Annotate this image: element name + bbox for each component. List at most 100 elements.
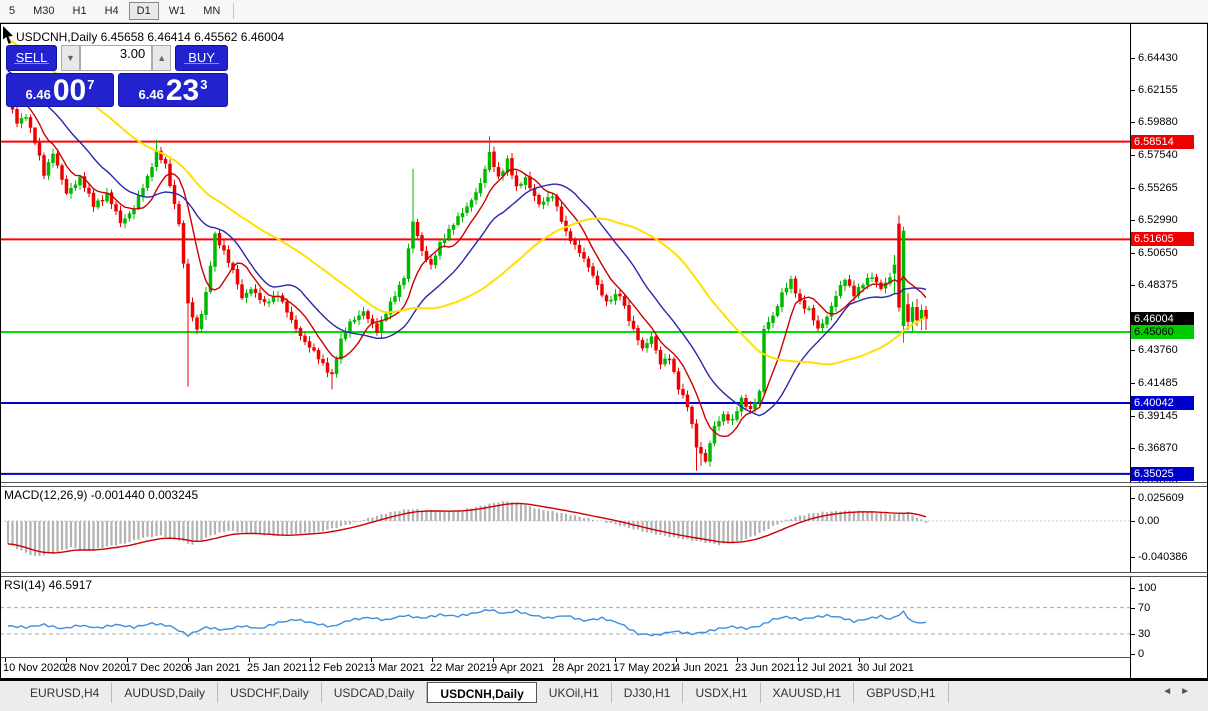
axis-tick-label: 6.48375 [1138, 279, 1178, 292]
axis-tick-mark [1131, 285, 1135, 286]
chart-window-bottom-border [0, 678, 1208, 680]
timeframe-button-d1[interactable]: D1 [129, 2, 159, 20]
timeframe-button-5[interactable]: 5 [1, 2, 23, 20]
chart-tab-usdcad[interactable]: USDCAD,Daily [322, 682, 428, 703]
chart-ohlc-title: USDCNH,Daily 6.45658 6.46414 6.45562 6.4… [16, 30, 284, 44]
chart-tab-dj30[interactable]: DJ30,H1 [612, 682, 684, 703]
chart-tab-eurusd[interactable]: EURUSD,H4 [18, 682, 112, 703]
rsi-label: RSI(14) 46.5917 [4, 578, 92, 592]
timeframe-button-h4[interactable]: H4 [97, 2, 127, 20]
price-level-badge: 6.51605 [1131, 232, 1194, 246]
date-tick-label: 12 Feb 2021 [308, 662, 370, 674]
axis-tick-mark [1131, 608, 1135, 609]
chart-tab-audusd[interactable]: AUDUSD,Daily [112, 682, 218, 703]
timeframe-button-mn[interactable]: MN [195, 2, 228, 20]
buy-price-box[interactable]: 6.46233 [118, 73, 228, 107]
axis-tick-mark [1131, 90, 1135, 91]
axis-tick-mark [1131, 634, 1135, 635]
date-tick-label: 17 May 2021 [613, 662, 677, 674]
axis-tick-label: 70 [1138, 602, 1150, 615]
volume-increase-button[interactable]: ▲ [152, 45, 171, 71]
axis-tick-label: 6.36870 [1138, 442, 1178, 455]
date-axis: 10 Nov 202028 Nov 202017 Dec 20206 Jan 2… [0, 658, 1130, 678]
axis-tick-label: 30 [1138, 628, 1150, 641]
price-level-badge: 6.45060 [1131, 325, 1194, 339]
date-tick-label: 22 Mar 2021 [430, 662, 492, 674]
date-tick-label: 10 Nov 2020 [3, 662, 65, 674]
rsi-pane[interactable]: RSI(14) 46.5917 [0, 576, 1130, 658]
date-tick-label: 30 Jul 2021 [857, 662, 914, 674]
axis-tick-label: 6.59880 [1138, 116, 1178, 129]
axis-tick-mark [1131, 122, 1135, 123]
tab-scroll-arrows[interactable]: ◄► [1162, 682, 1198, 697]
buy-button[interactable]: BUY [175, 45, 228, 71]
axis-tick-label: 6.52990 [1138, 214, 1178, 227]
price-level-badge: 6.35025 [1131, 467, 1194, 481]
axis-tick-mark [1131, 416, 1135, 417]
date-tick-label: 3 Mar 2021 [369, 662, 425, 674]
price-axis: 6.64430 6.62155 6.59880 6.57540 6.55265 6.529… [1130, 24, 1208, 678]
pane-splitter[interactable] [0, 482, 1208, 487]
axis-tick-mark [1131, 155, 1135, 156]
axis-tick-label: 6.64430 [1138, 52, 1178, 65]
timeframe-button-h1[interactable]: H1 [65, 2, 95, 20]
sell-price-box[interactable]: 6.46007 [6, 73, 114, 107]
timeframe-button-w1[interactable]: W1 [161, 2, 194, 20]
axis-tick-mark [1131, 498, 1135, 499]
axis-tick-mark [1131, 350, 1135, 351]
spinner-up-icon: ▲ [157, 53, 166, 63]
timeframe-toolbar: 5M30H1H4D1W1MN [0, 0, 1208, 23]
axis-tick-label: -0.040386 [1138, 551, 1188, 564]
chart-tab-xauusd[interactable]: XAUUSD,H1 [761, 682, 855, 703]
axis-tick-mark [1131, 383, 1135, 384]
axis-tick-mark [1131, 448, 1135, 449]
date-tick-label: 28 Nov 2020 [64, 662, 126, 674]
axis-tick-label: 6.41485 [1138, 377, 1178, 390]
price-level-badge: 6.40042 [1131, 396, 1194, 410]
sell-button[interactable]: SELL [6, 45, 57, 71]
axis-tick-mark [1131, 654, 1135, 655]
axis-tick-label: 6.43760 [1138, 344, 1178, 357]
date-tick-label: 9 Apr 2021 [491, 662, 544, 674]
price-level-badge: 6.46004 [1131, 312, 1194, 326]
axis-tick-mark [1131, 588, 1135, 589]
axis-tick-label: 6.57540 [1138, 149, 1178, 162]
axis-tick-mark [1131, 188, 1135, 189]
axis-tick-label: 6.62155 [1138, 84, 1178, 97]
axis-tick-label: 6.55265 [1138, 182, 1178, 195]
axis-tick-label: 0.00 [1138, 515, 1159, 528]
chart-tab-usdchf[interactable]: USDCHF,Daily [218, 682, 322, 703]
date-tick-label: 6 Jan 2021 [186, 662, 240, 674]
price-level-badge: 6.58514 [1131, 135, 1194, 149]
chart-tab-usdcnh[interactable]: USDCNH,Daily [427, 682, 536, 703]
spinner-down-icon: ▼ [66, 53, 75, 63]
date-tick-label: 28 Apr 2021 [552, 662, 611, 674]
date-tick-label: 4 Jun 2021 [674, 662, 728, 674]
macd-label: MACD(12,26,9) -0.001440 0.003245 [4, 488, 198, 502]
axis-tick-label: 6.50650 [1138, 247, 1178, 260]
axis-tick-label: 6.39145 [1138, 410, 1178, 423]
volume-decrease-button[interactable]: ▼ [61, 45, 80, 71]
date-tick-label: 17 Dec 2020 [125, 662, 187, 674]
macd-pane[interactable]: MACD(12,26,9) -0.001440 0.003245 [0, 486, 1130, 572]
axis-tick-mark [1131, 521, 1135, 522]
timeframe-button-m30[interactable]: M30 [25, 2, 62, 20]
axis-tick-mark [1131, 557, 1135, 558]
pane-splitter[interactable] [0, 572, 1208, 577]
chart-tab-ukoil[interactable]: UKOil,H1 [537, 682, 612, 703]
chart-tab-usdx[interactable]: USDX,H1 [683, 682, 760, 703]
axis-tick-label: 0 [1138, 648, 1144, 661]
mt4-terminal: 5M30H1H4D1W1MN USDCNH,Daily 6.45658 6.46… [0, 0, 1208, 711]
chart-tab-gbpusd[interactable]: GBPUSD,H1 [854, 682, 948, 703]
axis-tick-label: 100 [1138, 582, 1156, 595]
chart-tab-bar: EURUSD,H4AUDUSD,DailyUSDCHF,DailyUSDCAD,… [0, 681, 1208, 711]
volume-input[interactable]: 3.00 [80, 45, 152, 71]
date-tick-label: 23 Jun 2021 [735, 662, 796, 674]
date-tick-label: 25 Jan 2021 [247, 662, 308, 674]
one-click-trading-panel: SELL ▼ 3.00 ▲ BUY 6.46007 6.46233 [6, 45, 228, 107]
rsi-chart [0, 576, 1130, 657]
axis-tick-mark [1131, 220, 1135, 221]
axis-tick-label: 0.025609 [1138, 492, 1184, 505]
toolbar-separator [233, 3, 234, 19]
axis-tick-mark [1131, 58, 1135, 59]
